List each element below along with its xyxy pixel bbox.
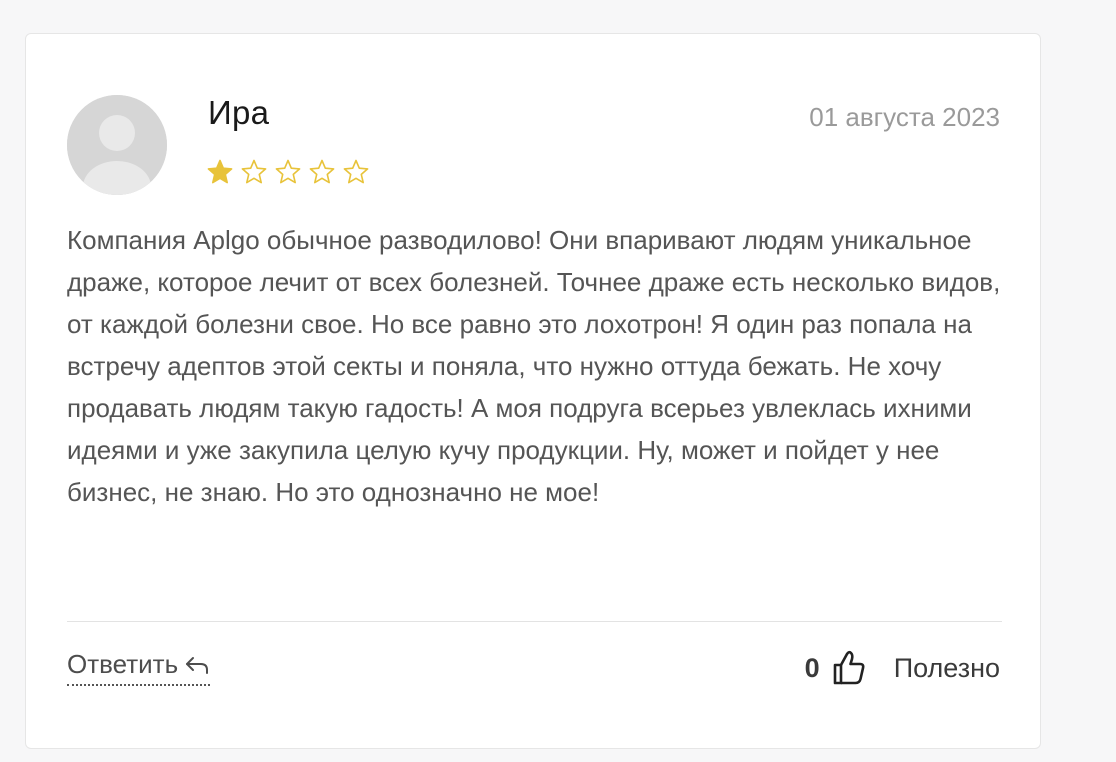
rating-stars: [206, 158, 376, 186]
review-author: Ира: [208, 94, 270, 131]
reply-button[interactable]: Ответить: [67, 649, 211, 686]
star-empty-icon: [343, 159, 369, 184]
helpful-button[interactable]: Полезно: [894, 653, 1000, 684]
thumbs-up-icon[interactable]: [832, 650, 866, 686]
reply-label: Ответить: [67, 649, 179, 679]
review-date: 01 августа 2023: [809, 102, 1000, 132]
star-empty-icon: [241, 159, 267, 184]
star-empty-icon: [309, 159, 335, 184]
star-filled-icon: [207, 159, 233, 184]
review-card: Ира 01 августа 2023 Компания Aplgo обычн…: [25, 33, 1041, 749]
reply-arrow-icon: [186, 656, 209, 674]
star-empty-icon: [275, 159, 301, 184]
divider: [67, 621, 1002, 622]
review-text: Компания Aplgo обычное разводилово! Они …: [67, 225, 1001, 507]
user-placeholder-icon: [67, 95, 167, 195]
avatar: [67, 95, 167, 195]
helpful-count: 0: [804, 652, 820, 683]
helpful-section: 0 Полезно: [805, 646, 1000, 690]
